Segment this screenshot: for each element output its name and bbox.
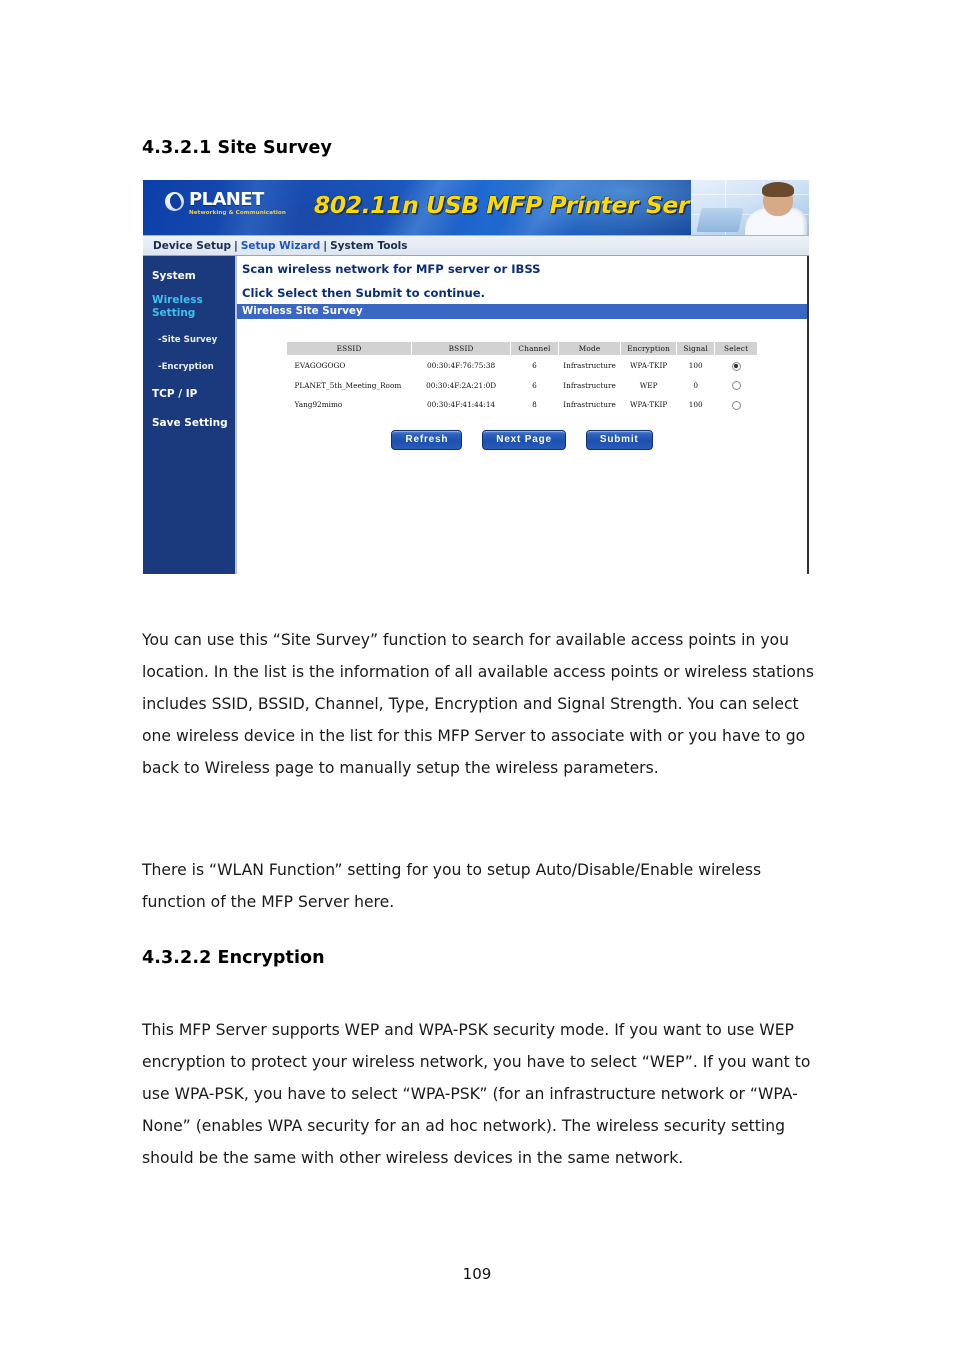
brand-name: PLANET — [189, 189, 264, 210]
table-header-row: ESSID BSSID Channel Mode Encryption Sign… — [285, 341, 758, 356]
nav-separator: | — [323, 239, 328, 252]
banner-photo — [691, 180, 809, 235]
cell-select — [715, 376, 758, 396]
content-panel: Scan wireless network for MFP server or … — [237, 256, 809, 574]
content-headline-instruction: Click Select then Submit to continue. — [242, 286, 485, 300]
sidebar-item-save-setting[interactable]: Save Setting — [143, 417, 235, 430]
product-banner: PLANET Networking & Communication 802.11… — [143, 180, 809, 236]
person-hair-shape — [762, 182, 794, 197]
column-header-bssid: BSSID — [411, 341, 512, 356]
cell-signal: 0 — [693, 380, 699, 390]
cell-mode: Infrastructure — [563, 361, 616, 371]
next-page-button[interactable]: Next Page — [482, 430, 566, 450]
page-number: 109 — [462, 1265, 492, 1283]
nav-separator: | — [233, 239, 238, 252]
sidebar-item-system[interactable]: System — [143, 270, 235, 283]
laptop-shape — [696, 208, 744, 232]
select-radio-button[interactable] — [731, 381, 741, 390]
paragraph-site-survey-description: You can use this “Site Survey” function … — [142, 630, 814, 777]
column-header-signal: Signal — [676, 341, 716, 356]
planet-logo: PLANET Networking & Communication — [165, 191, 286, 217]
app-body: System Wireless Setting -Site Survey -En… — [143, 256, 809, 574]
action-button-row: Refresh Next Page Submit — [237, 430, 807, 450]
paragraph-wlan-function: There is “WLAN Function” setting for you… — [142, 860, 762, 911]
table-row: PLANET_5th_Meeting_Room 00:30:4F:2A:21:0… — [287, 376, 758, 396]
column-header-encryption: Encryption — [620, 341, 678, 356]
cell-essid: EVAGOGOGO — [294, 361, 346, 371]
submit-button[interactable]: Submit — [585, 430, 653, 450]
cell-select — [715, 395, 758, 415]
top-navigation-bar: Device Setup | Setup Wizard | System Too… — [143, 236, 809, 256]
content-headline-scan: Scan wireless network for MFP server or … — [242, 262, 541, 276]
planet-wordmark: PLANET Networking & Communication — [189, 191, 286, 217]
cell-encryption: WPA-TKIP — [630, 400, 668, 410]
sidebar-item-wireless-setting[interactable]: Wireless Setting — [143, 294, 235, 320]
site-survey-screenshot-figure: PLANET Networking & Communication 802.11… — [143, 180, 809, 574]
cell-mode: Infrastructure — [563, 380, 616, 390]
cell-select — [715, 356, 758, 376]
cell-signal: 100 — [688, 400, 703, 410]
sidebar-menu: System Wireless Setting -Site Survey -En… — [143, 256, 237, 574]
sidebar-item-site-survey[interactable]: -Site Survey — [143, 334, 235, 347]
nav-item-device-setup[interactable]: Device Setup — [153, 240, 231, 252]
nav-item-setup-wizard[interactable]: Setup Wizard — [241, 240, 320, 252]
cell-essid: PLANET_5th_Meeting_Room — [294, 380, 402, 390]
cell-encryption: WEP — [639, 380, 658, 390]
cell-bssid: 00:30:4F:76:75:38 — [427, 361, 496, 371]
refresh-button[interactable]: Refresh — [391, 430, 463, 450]
column-header-channel: Channel — [510, 341, 559, 356]
column-header-select: Select — [714, 341, 758, 356]
cell-bssid: 00:30:4F:2A:21:0D — [426, 380, 497, 390]
cell-signal: 100 — [688, 361, 703, 371]
product-title: 802.11n USB MFP Printer Server — [313, 193, 731, 219]
select-radio-button[interactable] — [731, 361, 741, 371]
cell-mode: Infrastructure — [563, 400, 616, 410]
section-heading-encryption: 4.3.2.2 Encryption — [142, 947, 325, 968]
table-row: Yang92mimo 00:30:4F:41:44:14 8 Infrastru… — [287, 395, 758, 415]
cell-encryption: WPA-TKIP — [630, 361, 668, 371]
page-title: 4.3.2.1 Site Survey — [142, 137, 332, 158]
column-header-essid: ESSID — [285, 341, 413, 356]
wireless-site-survey-table: ESSID BSSID Channel Mode Encryption Sign… — [285, 341, 758, 415]
sidebar-item-encryption[interactable]: -Encryption — [143, 361, 235, 374]
select-radio-button[interactable] — [731, 400, 741, 410]
column-header-mode: Mode — [557, 341, 622, 356]
planet-globe-icon — [165, 192, 184, 211]
cell-essid: Yang92mimo — [294, 400, 343, 410]
cell-bssid: 00:30:4F:41:44:14 — [427, 400, 496, 410]
cell-channel: 8 — [532, 400, 537, 410]
brand-tagline: Networking & Communication — [189, 210, 286, 216]
sidebar-item-tcp-ip[interactable]: TCP / IP — [143, 388, 235, 401]
nav-item-system-tools[interactable]: System Tools — [330, 240, 407, 252]
table-row: EVAGOGOGO 00:30:4F:76:75:38 6 Infrastruc… — [287, 356, 758, 376]
cell-channel: 6 — [532, 380, 537, 390]
cell-channel: 6 — [532, 361, 537, 371]
section-title-bar: Wireless Site Survey — [237, 304, 807, 319]
paragraph-encryption-description: This MFP Server supports WEP and WPA-PSK… — [142, 1020, 811, 1167]
